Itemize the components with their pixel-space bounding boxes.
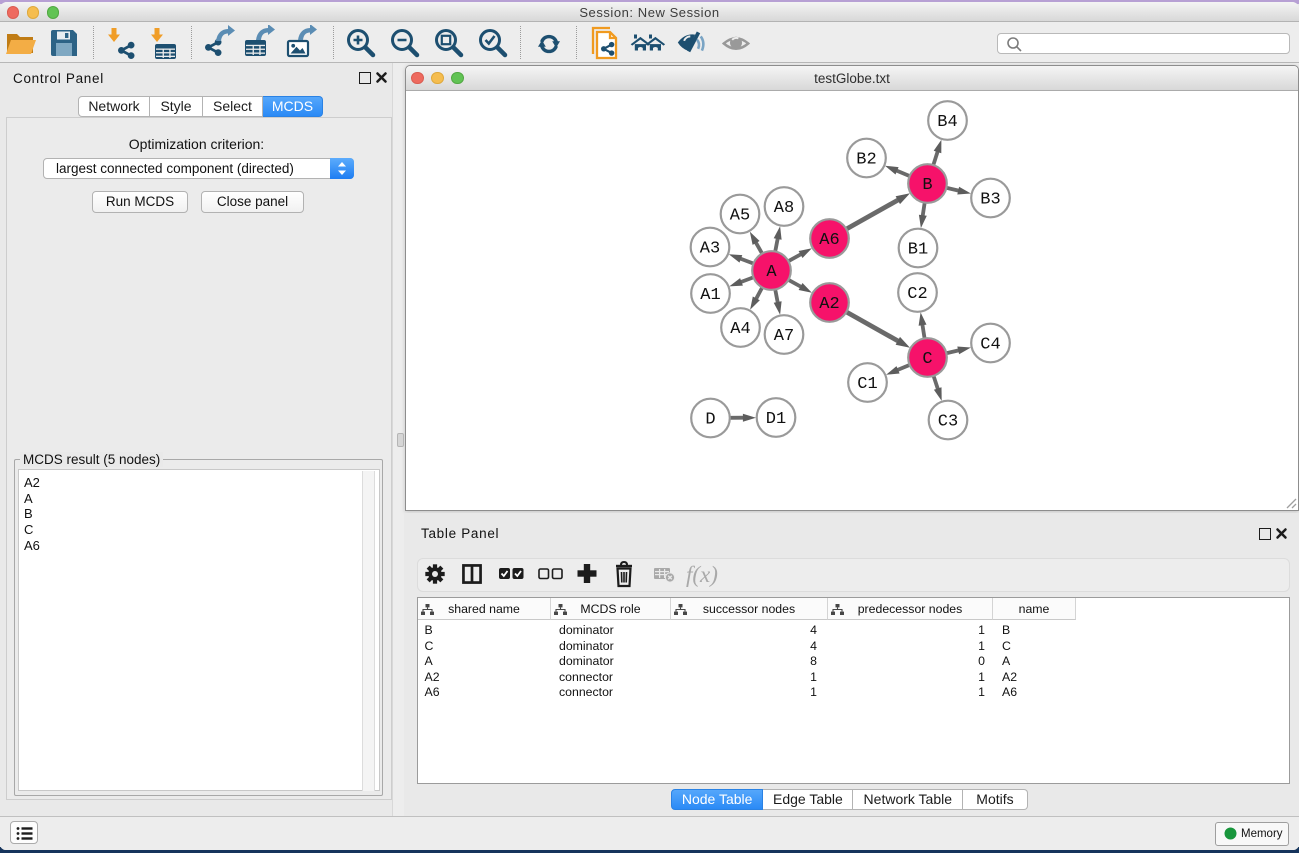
svg-text:A2: A2 bbox=[819, 295, 839, 314]
svg-text:B3: B3 bbox=[980, 191, 1000, 210]
svg-text:D: D bbox=[705, 411, 715, 430]
svg-text:D1: D1 bbox=[766, 410, 786, 429]
svg-text:A7: A7 bbox=[774, 327, 794, 346]
svg-text:C2: C2 bbox=[907, 285, 927, 304]
svg-text:B4: B4 bbox=[937, 113, 957, 132]
svg-text:A8: A8 bbox=[774, 199, 794, 218]
svg-text:C: C bbox=[922, 350, 932, 369]
svg-text:C3: C3 bbox=[938, 413, 958, 432]
svg-text:f(x): f(x) bbox=[686, 562, 718, 587]
svg-text:A1: A1 bbox=[700, 286, 720, 305]
svg-text:A3: A3 bbox=[700, 240, 720, 259]
svg-text:B1: B1 bbox=[908, 241, 928, 260]
svg-text:A6: A6 bbox=[819, 231, 839, 250]
svg-text:B2: B2 bbox=[856, 151, 876, 170]
svg-text:C4: C4 bbox=[980, 336, 1000, 355]
svg-text:C1: C1 bbox=[857, 375, 877, 394]
svg-text:A4: A4 bbox=[730, 320, 750, 339]
svg-text:B: B bbox=[922, 176, 932, 195]
svg-text:A: A bbox=[766, 263, 777, 282]
svg-text:A5: A5 bbox=[730, 207, 750, 226]
